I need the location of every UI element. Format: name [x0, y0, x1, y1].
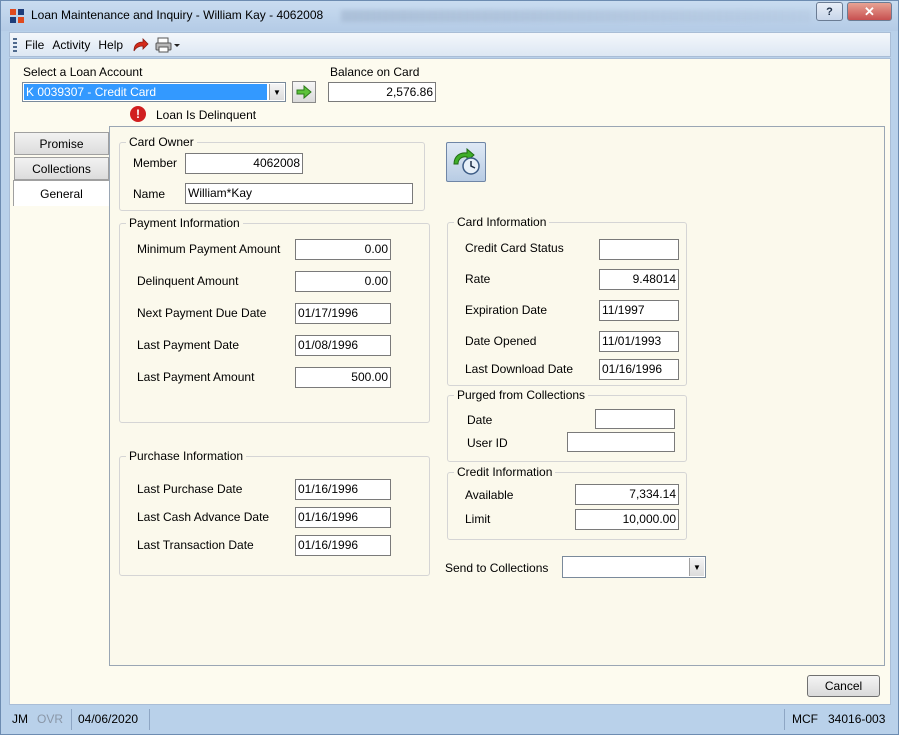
purchase-row-value: 01/16/1996: [295, 507, 391, 528]
status-overwrite-mode: OVR: [37, 712, 64, 726]
limit-field: 10,000.00: [575, 509, 679, 530]
credit-info-title: Credit Information: [454, 465, 556, 479]
refresh-button[interactable]: [446, 142, 486, 182]
payment-info-group: Payment Information Minimum Payment Amou…: [119, 216, 430, 423]
menu-file[interactable]: File: [25, 38, 44, 52]
chevron-down-icon[interactable]: ▼: [269, 84, 284, 100]
form-area: Select a Loan Account K 0039307 - Credit…: [9, 58, 891, 705]
payment-info-title: Payment Information: [126, 216, 243, 230]
general-tab-panel: Card Owner Member 4062008 Name William*K…: [109, 126, 885, 666]
card-info-title: Card Information: [454, 215, 550, 229]
card-info-row-value: 11/01/1993: [599, 331, 679, 352]
status-divider: [784, 709, 785, 730]
delinquent-message: Loan Is Delinquent: [156, 108, 257, 122]
card-info-row-label: Credit Card Status: [465, 241, 564, 255]
loan-account-select[interactable]: K 0039307 - Credit Card ▼: [22, 82, 286, 102]
name-label: Name: [133, 187, 166, 201]
purchase-row-value: 01/16/1996: [295, 479, 391, 500]
card-info-row-label: Last Download Date: [465, 362, 574, 376]
credit-info-group: Credit Information Available 7,334.14 Li…: [447, 465, 687, 540]
tab-collections[interactable]: Collections: [14, 157, 109, 180]
menu-activity[interactable]: Activity: [52, 38, 90, 52]
member-label: Member: [133, 156, 178, 170]
status-divider: [149, 709, 150, 730]
limit-label: Limit: [465, 512, 491, 526]
purged-collections-group: Purged from Collections Date User ID: [447, 388, 687, 462]
card-info-row-value: 01/16/1996: [599, 359, 679, 380]
card-owner-group: Card Owner Member 4062008 Name William*K…: [119, 135, 425, 211]
status-bar: JM OVR 04/06/2020 MCF 34016-003: [1, 705, 898, 734]
payment-row-label: Last Payment Amount: [137, 370, 255, 384]
purchase-info-group: Purchase Information Last Purchase Date …: [119, 449, 430, 576]
payment-row-value: 500.00: [295, 367, 391, 388]
arrow-right-icon: [296, 85, 312, 99]
payment-row-value: 0.00: [295, 271, 391, 292]
loan-maintenance-window: Loan Maintenance and Inquiry - William K…: [0, 0, 899, 735]
purchase-row-label: Last Purchase Date: [137, 482, 243, 496]
name-field: William*Kay: [185, 183, 413, 204]
purged-user-field: [567, 432, 675, 452]
payment-row-value: 01/08/1996: [295, 335, 391, 356]
payment-row-label: Next Payment Due Date: [137, 306, 267, 320]
card-info-row-value: 9.48014: [599, 269, 679, 290]
send-to-collections-select[interactable]: ▼: [562, 556, 706, 578]
close-window-button[interactable]: ✕: [847, 2, 892, 21]
status-divider: [71, 709, 72, 730]
card-info-row-value: 11/1997: [599, 300, 679, 321]
window-title: Loan Maintenance and Inquiry - William K…: [31, 8, 324, 22]
purchase-info-title: Purchase Information: [126, 449, 247, 463]
help-window-button[interactable]: ?: [816, 2, 843, 21]
status-user: JM: [12, 712, 28, 726]
purchase-row-label: Last Transaction Date: [137, 538, 254, 552]
card-info-row-label: Expiration Date: [465, 303, 548, 317]
print-icon[interactable]: [155, 37, 181, 53]
title-bar: Loan Maintenance and Inquiry - William K…: [1, 1, 898, 31]
menu-bar: File Activity Help: [9, 32, 891, 57]
purged-date-field: [595, 409, 675, 429]
purged-date-label: Date: [467, 413, 493, 427]
available-label: Available: [465, 488, 514, 502]
send-to-collections-label: Send to Collections: [445, 561, 549, 575]
balance-field: 2,576.86: [328, 82, 436, 102]
payment-row-label: Last Payment Date: [137, 338, 240, 352]
app-icon: [10, 9, 24, 23]
card-owner-title: Card Owner: [126, 135, 197, 149]
purchase-row-label: Last Cash Advance Date: [137, 510, 270, 524]
chevron-down-icon[interactable]: ▼: [689, 558, 704, 576]
payment-row-label: Minimum Payment Amount: [137, 242, 281, 256]
title-bar-background-tabs: [341, 10, 811, 22]
card-info-group: Card Information Credit Card Status Rate…: [447, 215, 687, 386]
tab-promise[interactable]: Promise: [14, 132, 109, 155]
payment-row-value: 01/17/1996: [295, 303, 391, 324]
go-button[interactable]: [292, 81, 316, 103]
status-code: MCF: [792, 712, 818, 726]
card-info-row-label: Date Opened: [465, 334, 537, 348]
toolbar-grip[interactable]: [13, 37, 17, 52]
refresh-clock-icon: [453, 148, 480, 175]
purchase-row-value: 01/16/1996: [295, 535, 391, 556]
redo-arrow-icon[interactable]: [131, 37, 149, 53]
available-field: 7,334.14: [575, 484, 679, 505]
balance-label: Balance on Card: [330, 65, 420, 79]
member-field: 4062008: [185, 153, 303, 174]
payment-row-value: 0.00: [295, 239, 391, 260]
loan-account-selected-value: K 0039307 - Credit Card: [24, 84, 267, 100]
purged-title: Purged from Collections: [454, 388, 589, 402]
error-icon: !: [130, 106, 146, 122]
tab-general[interactable]: General: [13, 180, 109, 206]
card-info-row-label: Rate: [465, 272, 491, 286]
loan-account-label: Select a Loan Account: [23, 65, 143, 79]
card-info-row-value: [599, 239, 679, 260]
status-date: 04/06/2020: [78, 712, 139, 726]
payment-row-label: Delinquent Amount: [137, 274, 239, 288]
purged-user-label: User ID: [467, 436, 508, 450]
cancel-button[interactable]: Cancel: [807, 675, 880, 697]
menu-help[interactable]: Help: [98, 38, 123, 52]
status-screen-id: 34016-003: [828, 712, 886, 726]
